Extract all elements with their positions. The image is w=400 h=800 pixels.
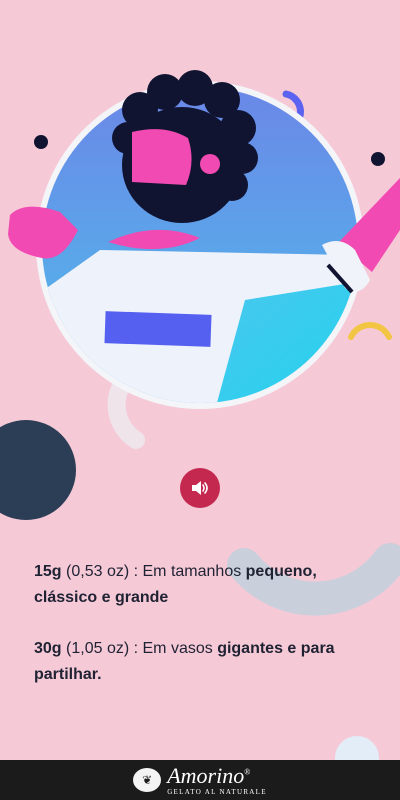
yellow-arc: [348, 322, 392, 340]
sound-button[interactable]: [180, 468, 220, 508]
info-line-30g: 30g (1,05 oz) : Em vasos gigantes e para…: [34, 636, 374, 688]
info-line-15g-text: (0,53 oz) : Em tamanhos: [61, 563, 246, 580]
navy-circle: [0, 420, 76, 520]
weight-15g: 15g: [34, 563, 62, 580]
brand-tagline: GELATO AL NATURALE: [167, 787, 267, 796]
footer: ❦ Amorino® GELATO AL NATURALE: [0, 760, 400, 800]
info-line-30g-text: (1,05 oz) : Em vasos: [61, 640, 218, 657]
volume-icon: [192, 481, 208, 495]
brand-name: Amorino®: [167, 762, 251, 788]
dark-dot-left: [34, 135, 48, 149]
angel-logo-icon: ❦: [133, 768, 162, 792]
dark-dot-right: [371, 152, 385, 166]
info-line-15g: 15g (0,53 oz) : Em tamanhos pequeno, clá…: [34, 559, 374, 611]
amorino-logo[interactable]: ❦ Amorino® GELATO AL NATURALE: [133, 762, 267, 796]
weight-30g: 30g: [34, 640, 62, 657]
chest-badge: [104, 311, 212, 347]
